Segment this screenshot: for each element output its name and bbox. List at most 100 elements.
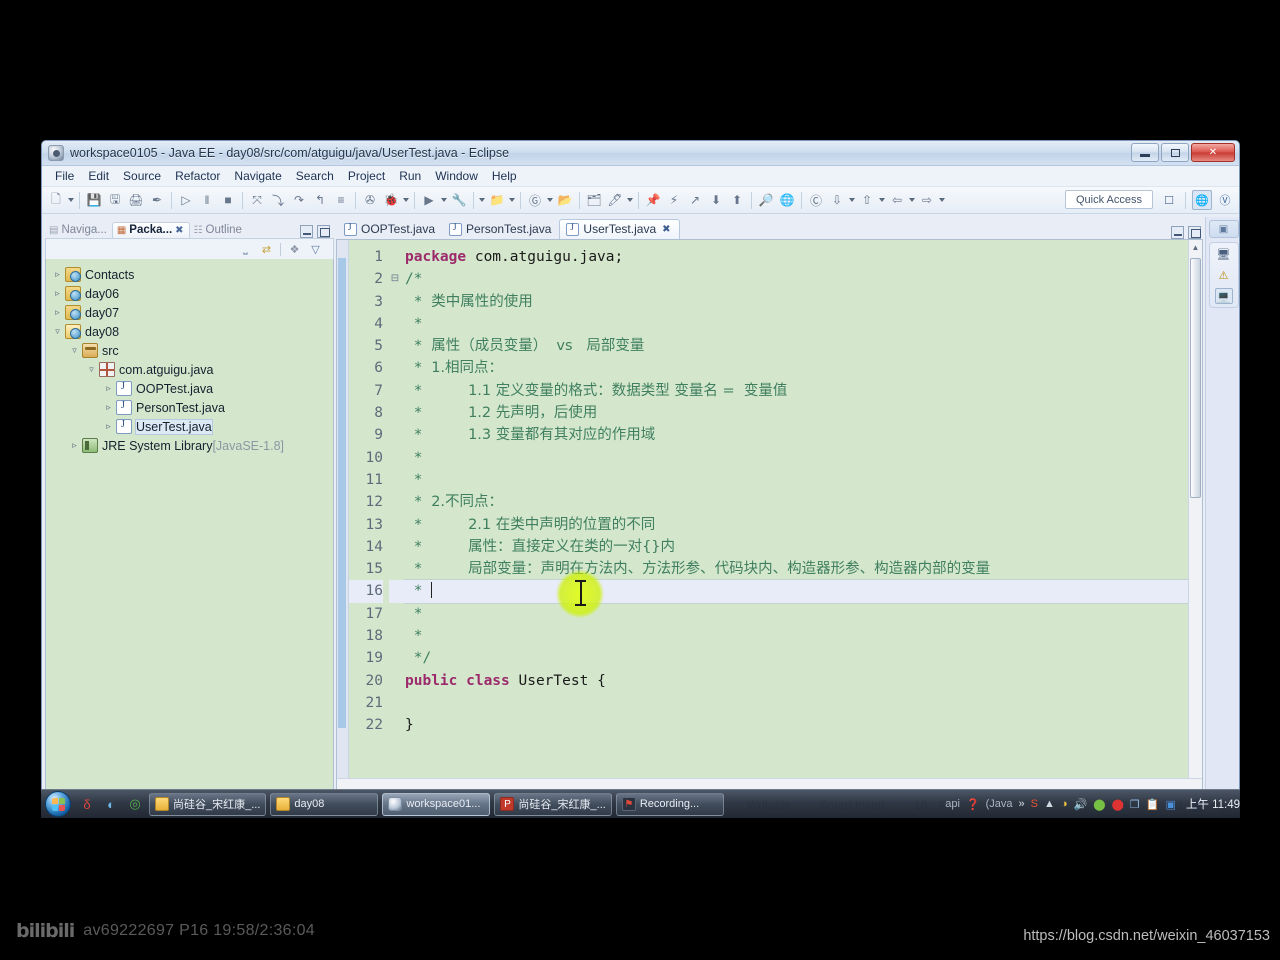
next-dropdown-icon[interactable] [848,192,856,208]
code-line[interactable]: public class UserTest { [405,670,1202,692]
close-icon[interactable]: ✖ [175,225,183,236]
code-line[interactable]: * 1.2 先声明，后使用 [405,402,1202,424]
code-line[interactable]: * 属性（成员变量） vs 局部变量 [405,335,1202,357]
code-line[interactable]: * 2.不同点： [405,491,1202,513]
code-line[interactable]: } [405,714,1202,736]
run-icon[interactable]: ▶ [419,190,439,210]
view-menu-icon[interactable]: ▽ [308,242,323,257]
qq-icon[interactable]: ▣ [1165,798,1175,811]
source-editor[interactable]: 1 2 3 4 5 6 7 8 9 10 11 12 13 14 15 16 17 18 19 20 21 22 ⊟ pa… [336,239,1203,793]
api-label[interactable]: api [945,798,960,810]
quick-access-field[interactable]: Quick Access [1065,190,1153,209]
taskbar-task[interactable]: workspace01... [382,792,491,816]
step-into-icon[interactable]: ⤵ [268,190,288,210]
next-item-icon[interactable]: ⇩ [827,190,847,210]
tab-outline[interactable]: ☷ Outline [190,223,247,238]
tree-item[interactable]: ▹ day07 [50,303,333,322]
tree-expander-icon[interactable]: ▹ [50,288,65,299]
menu-item-file[interactable]: File [48,167,81,185]
debug-dropdown-icon[interactable] [402,192,410,208]
globe-icon[interactable]: 🌐 [777,190,797,210]
scrollbar-thumb[interactable] [1190,258,1201,498]
next-annotation-icon[interactable]: ⬇ [706,190,726,210]
fold-marker[interactable] [389,558,401,580]
tree-item[interactable]: ▹ OOPTest.java [50,379,333,398]
fold-marker[interactable] [389,357,401,379]
tree-expander-icon[interactable]: ▿ [67,345,82,356]
prev-dropdown-icon[interactable] [878,192,886,208]
toggle-mark-occurrences-icon[interactable]: ⚡ [664,190,684,210]
fold-marker[interactable] [389,580,401,603]
new-package-dropdown-icon[interactable] [546,192,554,208]
restore-icon[interactable]: ▣ [1208,220,1239,238]
start-button[interactable] [45,791,71,817]
save-all-icon[interactable]: 🖫 [105,190,125,210]
java-label[interactable]: (Java [986,798,1013,810]
view-menu-focus-icon[interactable]: ❖ [287,242,302,257]
tree-expander-icon[interactable]: ▹ [101,402,116,413]
menu-item-source[interactable]: Source [116,167,168,185]
suspend-icon[interactable]: ‖ [197,190,217,210]
link-with-editor-icon[interactable]: ⇄ [259,242,274,257]
overflow-icon[interactable]: » [1019,798,1025,810]
maximize-button[interactable] [1161,143,1189,162]
fold-marker[interactable] [389,647,401,669]
tab-package-explorer[interactable]: ▦ Packa... ✖ [111,222,190,238]
terminate-icon[interactable]: ■ [218,190,238,210]
fold-marker[interactable] [389,603,401,625]
debug-icon[interactable]: 🐞 [381,190,401,210]
tree-expander-icon[interactable]: ▹ [50,307,65,318]
code-line[interactable]: * 1.相同点： [405,357,1202,379]
tree-expander-icon[interactable]: ▿ [84,364,99,375]
run-dropdown-icon[interactable] [440,192,448,208]
code-line[interactable]: * [405,469,1202,491]
code-line[interactable]: * [405,447,1202,469]
network-icon[interactable]: ◑ [1061,798,1068,810]
sogou-icon[interactable]: S [1031,798,1038,810]
external-tools-dropdown-icon[interactable] [478,192,486,208]
skip-breakpoints-icon[interactable]: ≡ [331,190,351,210]
step-over-icon[interactable]: ↷ [289,190,309,210]
code-line[interactable]: * [405,313,1202,335]
code-line[interactable]: * 1.3 变量都有其对应的作用域 [405,424,1202,446]
menu-item-run[interactable]: Run [392,167,428,185]
new-package-icon[interactable]: Ⓖ [525,190,545,210]
fold-marker[interactable] [389,514,401,536]
fold-marker[interactable] [389,625,401,647]
tab-navigator[interactable]: ▤ Naviga... [45,223,112,238]
menu-item-help[interactable]: Help [485,167,524,185]
code-line[interactable]: /* [405,268,1202,290]
open-type-icon[interactable]: 📂 [555,190,575,210]
console-view-icon[interactable]: 💻 [1214,288,1233,304]
new-dropdown-icon[interactable] [67,192,75,208]
pin-icon[interactable]: 📌 [643,190,663,210]
tree-expander-icon[interactable]: ▹ [101,383,116,394]
editor-vertical-scrollbar[interactable]: ▲ ▼ [1188,240,1202,792]
forward-dropdown-icon[interactable] [938,192,946,208]
show-hidden-icons-icon[interactable]: ▲ [1044,798,1055,810]
code-line[interactable]: * 1.1 定义变量的格式：数据类型 变量名 = 变量值 [405,380,1202,402]
clipboard-icon[interactable]: 📋 [1146,798,1160,811]
editor-tab-persontest-java[interactable]: PersonTest.java [443,220,559,239]
taskbar-task[interactable]: day08 [270,792,379,816]
back-dropdown-icon[interactable] [908,192,916,208]
fold-marker[interactable] [389,714,401,736]
quicklaunch-sogou-icon[interactable]: δ [75,792,99,816]
code-line[interactable]: */ [405,647,1202,669]
fold-marker[interactable] [389,424,401,446]
help-icon[interactable]: ❓ [966,798,980,811]
tree-item[interactable]: ▹ JRE System Library [JavaSE-1.8] [50,436,333,455]
new-java-project-icon[interactable]: 📁 [487,190,507,210]
quicklaunch-media-icon[interactable]: ◐ [99,792,123,816]
taskbar-task[interactable]: 尚硅谷_宋红康_... [149,792,267,816]
close-button[interactable]: ✕ [1191,143,1235,162]
print-icon[interactable]: 🖨 [126,190,146,210]
link-icon[interactable]: ↗ [685,190,705,210]
tree-expander-icon[interactable]: ▹ [67,440,82,451]
fold-marker[interactable] [389,246,401,268]
scroll-up-icon[interactable]: ▲ [1189,240,1202,255]
editor-tab-usertest-java[interactable]: UserTest.java ✖ [559,219,680,239]
fold-marker[interactable] [389,313,401,335]
code-line[interactable]: package com.atguigu.java; [405,246,1202,268]
search-dropdown-icon[interactable] [626,192,634,208]
